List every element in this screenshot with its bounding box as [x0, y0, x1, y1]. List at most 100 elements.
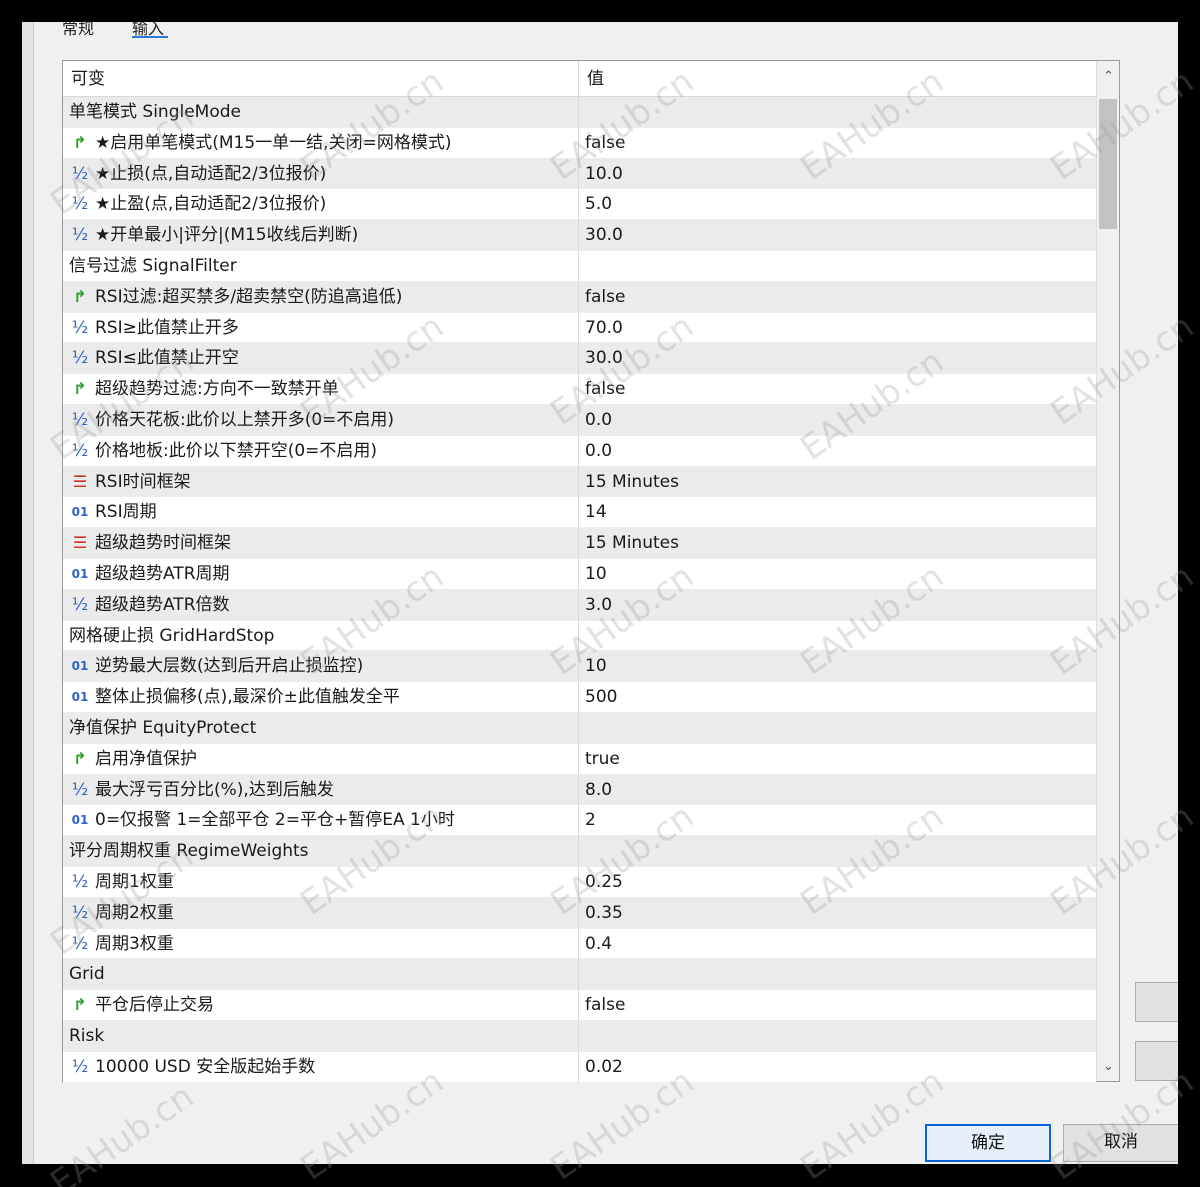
parameter-row[interactable]: ↱ 平仓后停止交易 false [63, 990, 1096, 1021]
parameter-name-cell: 01 0=仅报警 1=全部平仓 2=平仓+暂停EA 1小时 [63, 805, 579, 836]
parameter-value-cell[interactable]: 15 Minutes [579, 467, 1096, 497]
parameter-value-cell[interactable]: 5.0 [579, 189, 1096, 219]
input-parameters-dialog: 常规 输入 可变 值 单笔模式 SingleMode ↱ ★启用单笔模式(M15一单… [22, 22, 1178, 1164]
parameter-value-cell[interactable]: 0.25 [579, 867, 1096, 897]
bool-toggle-icon: ↱ [73, 748, 87, 768]
parameter-name-cell: 01 逆势最大层数(达到后开启止损监控) [63, 651, 579, 682]
double-fraction-icon: ½ [71, 440, 89, 461]
parameter-name: ★止盈(点,自动适配2/3位报价) [95, 194, 327, 215]
group-row[interactable]: 评分周期权重 RegimeWeights [63, 836, 1096, 867]
group-row[interactable]: Risk [63, 1020, 1096, 1052]
parameter-value-cell[interactable]: 30.0 [579, 220, 1096, 250]
parameter-value-cell[interactable]: 0.02 [579, 1052, 1096, 1082]
parameter-value-cell[interactable]: 10.0 [579, 159, 1096, 189]
parameter-name: 周期3权重 [95, 933, 174, 954]
left-window-edge [22, 22, 34, 1164]
side-button-lower[interactable] [1135, 1041, 1178, 1081]
parameter-value-cell[interactable]: false [579, 128, 1096, 158]
parameter-row[interactable]: ½ RSI≥此值禁止开多 70.0 [63, 312, 1096, 344]
parameter-name: 超级趋势过滤:方向不一致禁开单 [95, 379, 339, 400]
group-row[interactable]: Grid [63, 959, 1096, 991]
parameter-name-cell: ½ 价格天花板:此价以上禁开多(0=不启用) [63, 404, 579, 435]
parameter-name: RSI≥此值禁止开多 [95, 317, 239, 338]
parameter-row[interactable]: 01 0=仅报警 1=全部平仓 2=平仓+暂停EA 1小时 2 [63, 805, 1096, 837]
parameter-value-cell[interactable]: 14 [579, 497, 1096, 527]
parameter-value-cell[interactable]: 70.0 [579, 313, 1096, 343]
bool-toggle-icon: ↱ [73, 379, 87, 399]
parameter-row[interactable]: ½ 价格地板:此价以下禁开空(0=不启用) 0.0 [63, 435, 1096, 467]
vertical-scrollbar[interactable]: ⌃ ⌄ [1096, 61, 1119, 1081]
parameter-row[interactable]: ½ 周期2权重 0.35 [63, 897, 1096, 929]
parameter-row[interactable]: 01 RSI周期 14 [63, 497, 1096, 529]
ok-button[interactable]: 确定 [925, 1124, 1051, 1162]
parameter-value-cell [579, 1021, 1096, 1051]
parameter-value-cell[interactable]: 10 [579, 559, 1096, 589]
tab-common[interactable]: 常规 [62, 22, 102, 40]
group-row[interactable]: 单笔模式 SingleMode [63, 97, 1096, 128]
parameter-row[interactable]: ↱ RSI过滤:超买禁多/超卖禁空(防追高追低) false [63, 281, 1096, 313]
parameter-row[interactable]: ↱ 启用净值保护 true [63, 743, 1096, 775]
parameter-row[interactable]: ☰ RSI时间框架 15 Minutes [63, 466, 1096, 498]
parameter-name: 网格硬止损 GridHardStop [69, 625, 275, 646]
parameter-row[interactable]: ½ RSI≤此值禁止开空 30.0 [63, 343, 1096, 375]
parameter-row[interactable]: 01 整体止损偏移(点),最深价±此值触发全平 500 [63, 682, 1096, 713]
parameter-row[interactable]: ½ ★开单最小|评分|(M15收线后判断) 30.0 [63, 220, 1096, 251]
parameter-row[interactable]: ½ ★止盈(点,自动适配2/3位报价) 5.0 [63, 189, 1096, 221]
parameter-name: 启用净值保护 [95, 748, 197, 769]
group-row[interactable]: 净值保护 EquityProtect [63, 712, 1096, 744]
parameter-name-cell: ½ ★开单最小|评分|(M15收线后判断) [63, 220, 579, 251]
group-row[interactable]: 网格硬止损 GridHardStop [63, 620, 1096, 652]
parameter-row[interactable]: ½ 最大浮亏百分比(%),达到后触发 8.0 [63, 774, 1096, 806]
scroll-down-icon[interactable]: ⌄ [1097, 1053, 1120, 1081]
parameter-value-cell[interactable]: 10 [579, 651, 1096, 681]
column-header-variable[interactable]: 可变 [63, 61, 579, 97]
parameter-value-cell[interactable]: 500 [579, 682, 1096, 712]
parameter-row[interactable]: ½ 超级趋势ATR倍数 3.0 [63, 589, 1096, 621]
parameter-name: 单笔模式 SingleMode [69, 102, 241, 122]
parameter-name-cell: 01 整体止损偏移(点),最深价±此值触发全平 [63, 682, 579, 713]
parameter-name: 价格天花板:此价以上禁开多(0=不启用) [95, 409, 395, 430]
grid-header: 可变 值 [63, 61, 1096, 97]
parameter-value-cell[interactable]: false [579, 990, 1096, 1020]
parameter-name: 价格地板:此价以下禁开空(0=不启用) [95, 440, 378, 461]
parameter-row[interactable]: ½ 价格天花板:此价以上禁开多(0=不启用) 0.0 [63, 404, 1096, 436]
cancel-button[interactable]: 取消 [1063, 1124, 1178, 1162]
parameter-name-cell: ½ 超级趋势ATR倍数 [63, 589, 579, 620]
parameter-row[interactable]: ½ ★止损(点,自动适配2/3位报价) 10.0 [63, 158, 1096, 190]
parameter-value-cell[interactable]: false [579, 282, 1096, 312]
parameter-value-cell[interactable]: 0.0 [579, 405, 1096, 435]
parameter-value-cell[interactable]: false [579, 374, 1096, 404]
parameter-value-cell [579, 621, 1096, 651]
parameter-value-cell [579, 836, 1096, 866]
parameter-row[interactable]: ↱ 超级趋势过滤:方向不一致禁开单 false [63, 374, 1096, 405]
parameter-value-cell[interactable]: 30.0 [579, 343, 1096, 373]
parameter-value-cell[interactable]: 8.0 [579, 775, 1096, 805]
parameter-value-cell[interactable]: 0.4 [579, 929, 1096, 959]
double-fraction-icon: ½ [71, 317, 89, 338]
parameter-name-cell: ½ ★止盈(点,自动适配2/3位报价) [63, 189, 579, 220]
bool-toggle-icon: ↱ [73, 286, 87, 306]
parameter-row[interactable]: ½ 周期1权重 0.25 [63, 866, 1096, 898]
parameter-value-cell[interactable]: 2 [579, 805, 1096, 835]
parameter-row[interactable]: 01 超级趋势ATR周期 10 [63, 558, 1096, 590]
side-button-upper[interactable] [1135, 982, 1178, 1022]
scrollbar-thumb[interactable] [1099, 99, 1117, 229]
parameter-row[interactable]: ½ 10000 USD 安全版起始手数 0.02 [63, 1051, 1096, 1082]
column-header-value[interactable]: 值 [579, 61, 1096, 97]
parameter-value-cell[interactable]: 3.0 [579, 590, 1096, 620]
parameter-row[interactable]: 01 逆势最大层数(达到后开启止损监控) 10 [63, 651, 1096, 683]
parameter-row[interactable]: ½ 周期3权重 0.4 [63, 928, 1096, 960]
scroll-up-icon[interactable]: ⌃ [1097, 63, 1120, 91]
parameter-value-cell [579, 97, 1096, 127]
parameter-value-cell[interactable]: 15 Minutes [579, 528, 1096, 558]
parameter-name-cell: 单笔模式 SingleMode [63, 97, 579, 127]
enum-list-icon: ☰ [72, 471, 88, 491]
group-row[interactable]: 信号过滤 SignalFilter [63, 250, 1096, 282]
parameter-row[interactable]: ☰ 超级趋势时间框架 15 Minutes [63, 528, 1096, 559]
parameter-value-cell[interactable]: true [579, 744, 1096, 774]
parameter-row[interactable]: ↱ ★启用单笔模式(M15一单一结,关闭=网格模式) false [63, 127, 1096, 159]
parameter-name: 10000 USD 安全版起始手数 [95, 1056, 316, 1077]
parameter-value-cell[interactable]: 0.35 [579, 898, 1096, 928]
parameter-name-cell: 01 超级趋势ATR周期 [63, 558, 579, 589]
parameter-value-cell[interactable]: 0.0 [579, 436, 1096, 466]
